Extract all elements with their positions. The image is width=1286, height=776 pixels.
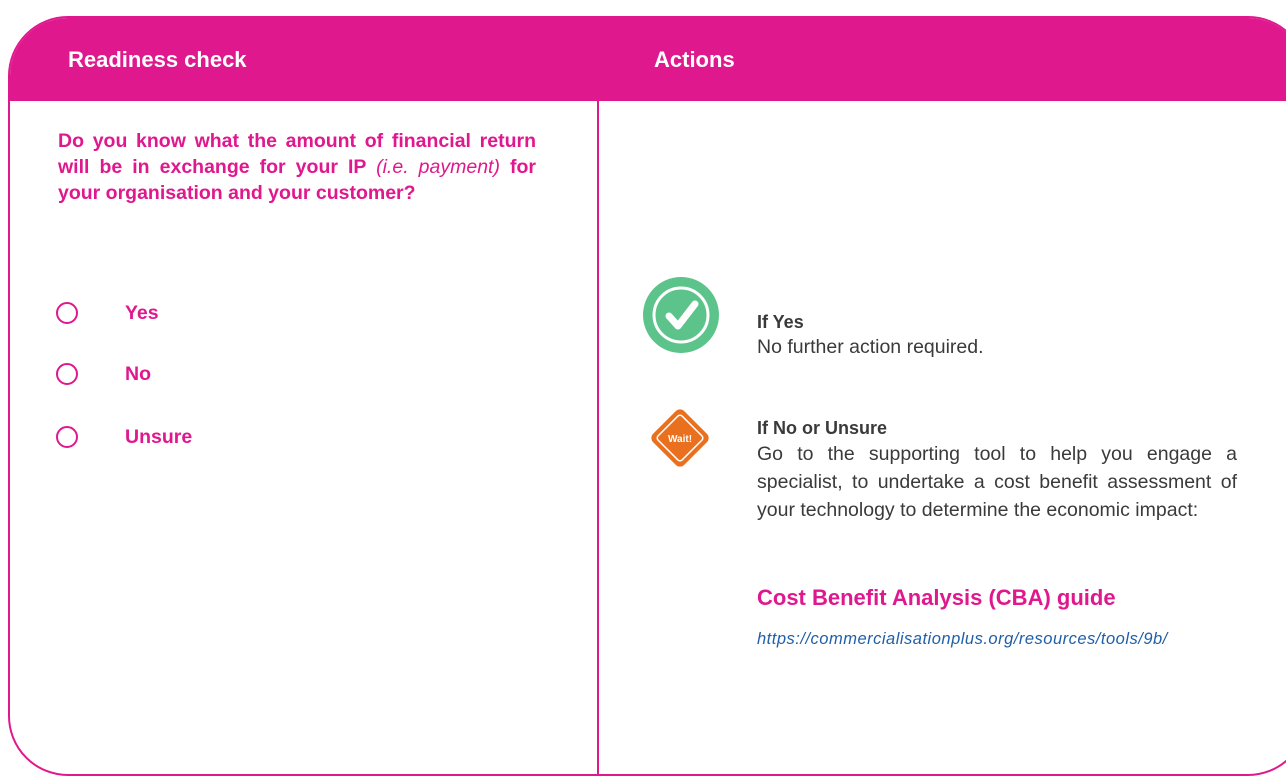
if-no-text: Go to the supporting tool to help you en… xyxy=(757,443,1237,521)
wait-diamond-icon: Wait! xyxy=(651,409,709,467)
radio-unsure[interactable] xyxy=(56,426,78,448)
radio-yes[interactable] xyxy=(56,302,78,324)
option-yes[interactable]: Yes xyxy=(56,300,159,326)
question-text: Do you know what the amount of financial… xyxy=(58,128,536,206)
check-icon xyxy=(643,277,719,353)
if-no-title: If No or Unsure xyxy=(757,418,888,438)
cba-guide-title[interactable]: Cost Benefit Analysis (CBA) guide xyxy=(757,585,1116,611)
actions-heading: Actions xyxy=(654,47,735,72)
option-unsure-label: Unsure xyxy=(125,425,193,448)
wait-badge-text: Wait! xyxy=(668,434,692,445)
readiness-check-heading: Readiness check xyxy=(68,47,247,72)
question-italic: (i.e. payment) xyxy=(376,156,500,178)
header-bar: Readiness check Actions xyxy=(10,18,1286,101)
cba-guide-link[interactable]: https://commercialisationplus.org/resour… xyxy=(757,624,1237,654)
column-divider xyxy=(597,101,599,774)
option-yes-label: Yes xyxy=(125,301,159,324)
option-unsure[interactable]: Unsure xyxy=(56,424,192,450)
if-yes-text: No further action required. xyxy=(757,336,984,358)
if-yes-title: If Yes xyxy=(757,312,804,332)
option-no[interactable]: No xyxy=(56,361,151,387)
option-no-label: No xyxy=(125,362,151,385)
radio-no[interactable] xyxy=(56,363,78,385)
